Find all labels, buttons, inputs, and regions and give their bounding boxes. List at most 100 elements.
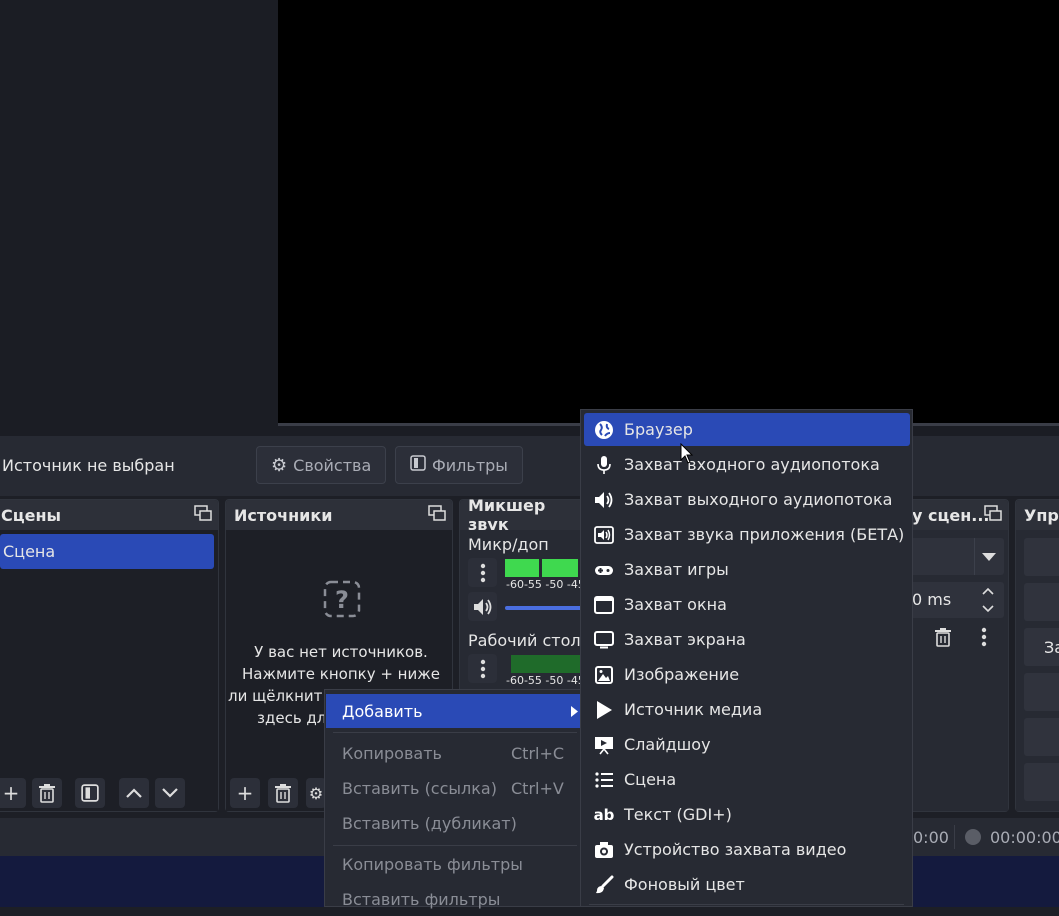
submenu-item-label: Текст (GDI+) [624, 805, 732, 824]
menu-separator [333, 732, 577, 733]
context-item-label: Копировать [342, 743, 442, 763]
submenu-item-label: Устройство захвата видео [624, 840, 847, 859]
kebab-icon [480, 563, 485, 582]
transitions-dock-header: у сцен... [906, 500, 1008, 530]
volume-meter [505, 559, 578, 577]
record-dot-icon [965, 829, 981, 845]
speaker-icon [586, 490, 622, 510]
preview-canvas[interactable] [278, 0, 1059, 426]
scene-move-down-button[interactable] [155, 778, 185, 808]
scene-item-label: Сцена [3, 542, 56, 561]
submenu-item-label: Сцена [624, 770, 677, 789]
question-icon: ? [323, 580, 361, 618]
submenu-item-app-audio[interactable]: Захват звука приложения (БЕТА) [584, 518, 910, 551]
transition-select[interactable] [910, 538, 1004, 575]
remove-source-button[interactable] [268, 778, 298, 808]
control-button[interactable] [1024, 718, 1059, 756]
properties-button[interactable]: ⚙ Свойства [256, 446, 386, 484]
control-button[interactable]: За [1024, 628, 1059, 666]
context-copy-item[interactable]: Копировать Ctrl+C [326, 736, 584, 770]
context-item-label: Вставить (дубликат) [342, 813, 517, 833]
add-scene-button[interactable]: + [0, 778, 26, 808]
svg-text:?: ? [335, 586, 349, 614]
context-menu: Добавить Копировать Ctrl+C Вставить (ссы… [324, 689, 586, 909]
submenu-item-label: Источник медиа [624, 700, 763, 719]
control-button[interactable] [1024, 673, 1059, 711]
transition-menu-button[interactable] [981, 627, 991, 649]
submenu-item-video-capture[interactable]: Устройство захвата видео [584, 833, 910, 866]
list-icon [586, 770, 622, 790]
submenu-item-game-capture[interactable]: Захват игры [584, 553, 910, 586]
context-paste-ref-item[interactable]: Вставить (ссылка) Ctrl+V [326, 771, 584, 805]
undock-icon[interactable] [194, 505, 212, 521]
submenu-item-slideshow[interactable]: Слайдшоу [584, 728, 910, 761]
control-button[interactable] [1024, 538, 1059, 576]
controls-dock-header: Упра [1016, 500, 1059, 530]
control-button[interactable] [1024, 583, 1059, 621]
submenu-item-label: Захват экрана [624, 630, 746, 649]
scene-list-item[interactable]: Сцена [0, 534, 214, 569]
add-source-button[interactable]: + [230, 778, 260, 808]
volume-slider[interactable] [505, 606, 585, 610]
context-add-item[interactable]: Добавить [326, 694, 584, 728]
play-icon [586, 700, 622, 720]
submenu-item-color-source[interactable]: Фоновый цвет [584, 868, 910, 901]
globe-icon [586, 420, 622, 440]
filter-icon [410, 455, 426, 475]
shortcut-label: Ctrl+C [511, 743, 565, 763]
microphone-icon [586, 455, 622, 475]
mouse-cursor-icon [680, 443, 694, 464]
mute-button[interactable] [468, 592, 497, 621]
channel-menu-button[interactable] [468, 654, 497, 683]
submenu-item-audio-output[interactable]: Захват выходного аудиопотока [584, 483, 910, 516]
trash-icon [275, 784, 291, 803]
submenu-item-text[interactable]: ab Текст (GDI+) [584, 798, 910, 831]
scene-move-up-button[interactable] [119, 778, 149, 808]
status-divider [954, 825, 955, 849]
submenu-item-screen-capture[interactable]: Захват экрана [584, 623, 910, 656]
context-paste-filters-item[interactable]: Вставить фильтры [326, 882, 584, 916]
window-icon [586, 595, 622, 615]
menu-separator [589, 904, 904, 905]
slideshow-icon [586, 735, 622, 755]
remove-scene-button[interactable] [32, 778, 62, 808]
submenu-item-image[interactable]: Изображение [584, 658, 910, 691]
context-copy-filters-item[interactable]: Копировать фильтры [326, 847, 584, 881]
sources-title: Источники [234, 505, 333, 525]
filters-button[interactable]: Фильтры [395, 446, 523, 484]
duration-spinbox[interactable]: 0 ms [910, 582, 1004, 618]
meter-ticks: -60-55 -50 -45 [506, 674, 585, 687]
source-properties-button[interactable]: ⚙ [306, 778, 326, 808]
submenu-item-window-capture[interactable]: Захват окна [584, 588, 910, 621]
transitions-title: у сцен... [912, 505, 990, 525]
spin-arrows-icon [982, 587, 994, 613]
context-paste-dup-item[interactable]: Вставить (дубликат) [326, 806, 584, 840]
undock-icon[interactable] [428, 505, 446, 521]
camera-icon [586, 840, 622, 860]
chevron-down-icon [162, 788, 178, 798]
submenu-item-label: Захват игры [624, 560, 729, 579]
speaker-icon [473, 598, 491, 615]
channel-menu-button[interactable] [468, 558, 497, 587]
stream-time: 0:00 [913, 828, 949, 847]
kebab-icon [480, 659, 485, 678]
monitor-icon [586, 630, 622, 650]
submenu-item-browser[interactable]: Браузер [584, 413, 910, 446]
controls-title: Упра [1024, 505, 1059, 525]
volume-meter [511, 655, 581, 673]
remove-transition-button[interactable] [934, 627, 954, 649]
submenu-item-label: Захват окна [624, 595, 727, 614]
submenu-item-audio-input[interactable]: Захват входного аудиопотока [584, 448, 910, 481]
text-icon: ab [593, 805, 615, 824]
scene-filters-button[interactable] [75, 778, 105, 808]
submenu-item-label: Захват входного аудиопотока [624, 455, 880, 474]
submenu-item-scene[interactable]: Сцена [584, 763, 910, 796]
mixer-dock-header: Микшер звук [460, 496, 588, 534]
control-button[interactable] [1024, 763, 1059, 801]
chevron-right-icon [571, 706, 578, 717]
image-icon [586, 665, 622, 685]
gear-icon: ⚙ [271, 454, 288, 476]
mixer-channel-name: Рабочий стол [468, 631, 581, 650]
submenu-item-media-source[interactable]: Источник медиа [584, 693, 910, 726]
undock-icon[interactable] [984, 505, 1002, 521]
